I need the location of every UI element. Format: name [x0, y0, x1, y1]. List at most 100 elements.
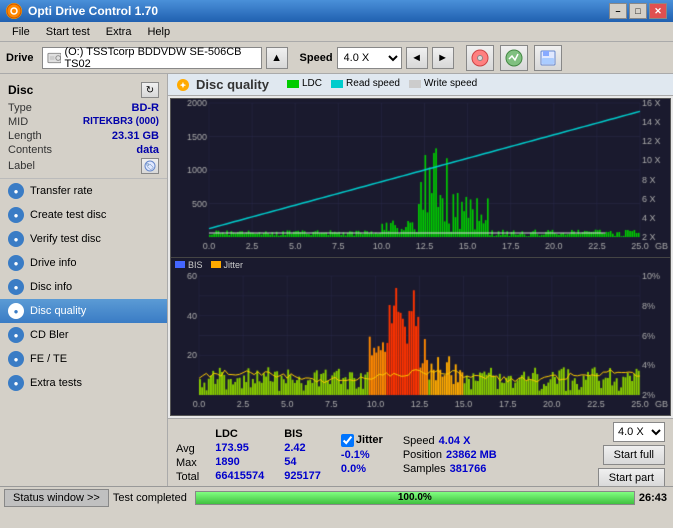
content-header: ✦ Disc quality LDC Read speed Write spee…	[168, 74, 673, 96]
close-button[interactable]: ✕	[649, 3, 667, 19]
legend-jitter-label: Jitter	[224, 260, 244, 270]
nav-icon-fe-te: ●	[8, 351, 24, 367]
nav-icon-disc-quality: ●	[8, 303, 24, 319]
ldc-total: 66415574	[215, 470, 264, 482]
disc-type-row: Type BD-R	[8, 102, 159, 114]
status-window-button[interactable]: Status window >>	[4, 489, 109, 507]
disc-length-value: 23.31 GB	[112, 130, 159, 142]
nav-item-fe-te[interactable]: ●FE / TE	[0, 347, 167, 371]
content-title: Disc quality	[196, 77, 269, 92]
legend-readspeed: Read speed	[331, 78, 400, 89]
nav-label-extra-tests: Extra tests	[30, 377, 82, 389]
nav-label-verify-test-disc: Verify test disc	[30, 233, 101, 245]
nav-icon-extra-tests: ●	[8, 375, 24, 391]
speed-prev-button[interactable]: ◄	[406, 47, 428, 69]
nav-item-extra-tests[interactable]: ● Extra tests	[0, 371, 167, 395]
drivebar: Drive (O:) TSSTcorp BDDVDW SE-506CB TS02…	[0, 42, 673, 74]
ldc-header: LDC	[215, 428, 264, 440]
quality-icon	[505, 49, 523, 67]
disc-icon	[471, 49, 489, 67]
drive-value: (O:) TSSTcorp BDDVDW SE-506CB TS02	[64, 46, 256, 70]
start-full-button[interactable]: Start full	[603, 445, 665, 465]
stats-bis-col: BIS 2.42 54 925177	[284, 428, 321, 482]
content-header-icon: ✦	[176, 78, 190, 92]
disc-mid-value: RITEKBR3 (000)	[83, 116, 159, 128]
total-label: Total	[176, 471, 199, 483]
legend-readspeed-color	[331, 80, 343, 88]
window-controls: – □ ✕	[609, 3, 667, 19]
nav-item-cd-bler[interactable]: ●CD Bler	[0, 323, 167, 347]
ldc-avg: 173.95	[215, 442, 264, 454]
jitter-checkbox[interactable]	[341, 434, 354, 447]
chart-bottom-canvas	[171, 272, 670, 415]
speed-stat-val: 4.04 X	[439, 435, 471, 447]
disc-contents-row: Contents data	[8, 144, 159, 156]
menu-item-extra[interactable]: Extra	[98, 24, 140, 40]
legend-area: LDC Read speed Write speed	[287, 78, 477, 91]
speed-next-button[interactable]: ►	[432, 47, 454, 69]
disc-icon-button[interactable]	[466, 45, 494, 71]
nav-label-transfer-rate: Transfer rate	[30, 185, 93, 197]
label-icon-button[interactable]: 🏷	[141, 158, 159, 174]
time-display: 26:43	[639, 492, 667, 504]
nav-item-drive-info[interactable]: ●Drive info	[0, 251, 167, 275]
svg-text:🏷: 🏷	[146, 163, 155, 171]
nav-item-disc-info[interactable]: ●Disc info	[0, 275, 167, 299]
speed-select[interactable]: 4.0 X2.0 XMax	[337, 47, 402, 69]
chart-top	[171, 99, 670, 258]
stats-labels-col: Avg Max Total	[176, 427, 199, 483]
nav-icon-create-test-disc: ●	[8, 207, 24, 223]
drive-icon	[47, 50, 62, 66]
position-val: 23862 MB	[446, 449, 497, 461]
label-icon: 🏷	[143, 159, 157, 173]
nav-label-disc-quality: Disc quality	[30, 305, 86, 317]
nav-items: ●Transfer rate●Create test disc●Verify t…	[0, 179, 167, 395]
svg-text:✦: ✦	[180, 81, 187, 90]
progress-bar-container: 100.0%	[195, 491, 635, 505]
legend-readspeed-label: Read speed	[346, 78, 400, 89]
bis-avg: 2.42	[284, 442, 321, 454]
quality-icon-button[interactable]	[500, 45, 528, 71]
legend-bis-color	[175, 261, 185, 268]
speed-select-stats[interactable]: 4.0 X2.0 XMax	[613, 422, 665, 442]
nav-item-disc-quality[interactable]: ● Disc quality	[0, 299, 167, 323]
save-icon-button[interactable]	[534, 45, 562, 71]
drive-eject-button[interactable]: ▲	[266, 47, 288, 69]
stats-ldc-col: LDC 173.95 1890 66415574	[215, 428, 264, 482]
speed-label: Speed	[300, 52, 333, 64]
avg-label: Avg	[176, 443, 199, 455]
menu-item-help[interactable]: Help	[139, 24, 178, 40]
nav-item-verify-test-disc[interactable]: ●Verify test disc	[0, 227, 167, 251]
stats-speed-col: Speed 4.04 X Position 23862 MB Samples 3…	[403, 435, 497, 475]
legend-ldc-color	[287, 80, 299, 88]
legend-ldc-label: LDC	[302, 78, 322, 89]
disc-type-value: BD-R	[132, 102, 160, 114]
bis-max: 54	[284, 456, 321, 468]
maximize-button[interactable]: □	[629, 3, 647, 19]
disc-mid-row: MID RITEKBR3 (000)	[8, 116, 159, 128]
save-icon	[539, 49, 557, 67]
app-title: Opti Drive Control 1.70	[28, 4, 158, 18]
max-label: Max	[176, 457, 199, 469]
disc-refresh-button[interactable]: ↻	[141, 82, 159, 98]
position-label: Position	[403, 449, 442, 461]
nav-item-transfer-rate[interactable]: ●Transfer rate	[0, 179, 167, 203]
bis-header: BIS	[284, 428, 321, 440]
disc-length-row: Length 23.31 GB	[8, 130, 159, 142]
disc-contents-label: Contents	[8, 144, 52, 156]
nav-label-disc-info: Disc info	[30, 281, 72, 293]
minimize-button[interactable]: –	[609, 3, 627, 19]
legend-bis-label: BIS	[188, 260, 203, 270]
jitter-header: Jitter	[356, 434, 383, 446]
legend-writespeed-color	[409, 80, 421, 88]
disc-header: Disc ↻	[8, 82, 159, 98]
sidebar: Disc ↻ Type BD-R MID RITEKBR3 (000) Leng…	[0, 74, 168, 486]
legend-ldc: LDC	[287, 78, 322, 89]
disc-title: Disc	[8, 83, 33, 97]
nav-item-create-test-disc[interactable]: ●Create test disc	[0, 203, 167, 227]
menu-item-start-test[interactable]: Start test	[38, 24, 98, 40]
nav-icon-drive-info: ●	[8, 255, 24, 271]
start-part-button[interactable]: Start part	[598, 468, 665, 486]
disc-length-label: Length	[8, 130, 42, 142]
menu-item-file[interactable]: File	[4, 24, 38, 40]
